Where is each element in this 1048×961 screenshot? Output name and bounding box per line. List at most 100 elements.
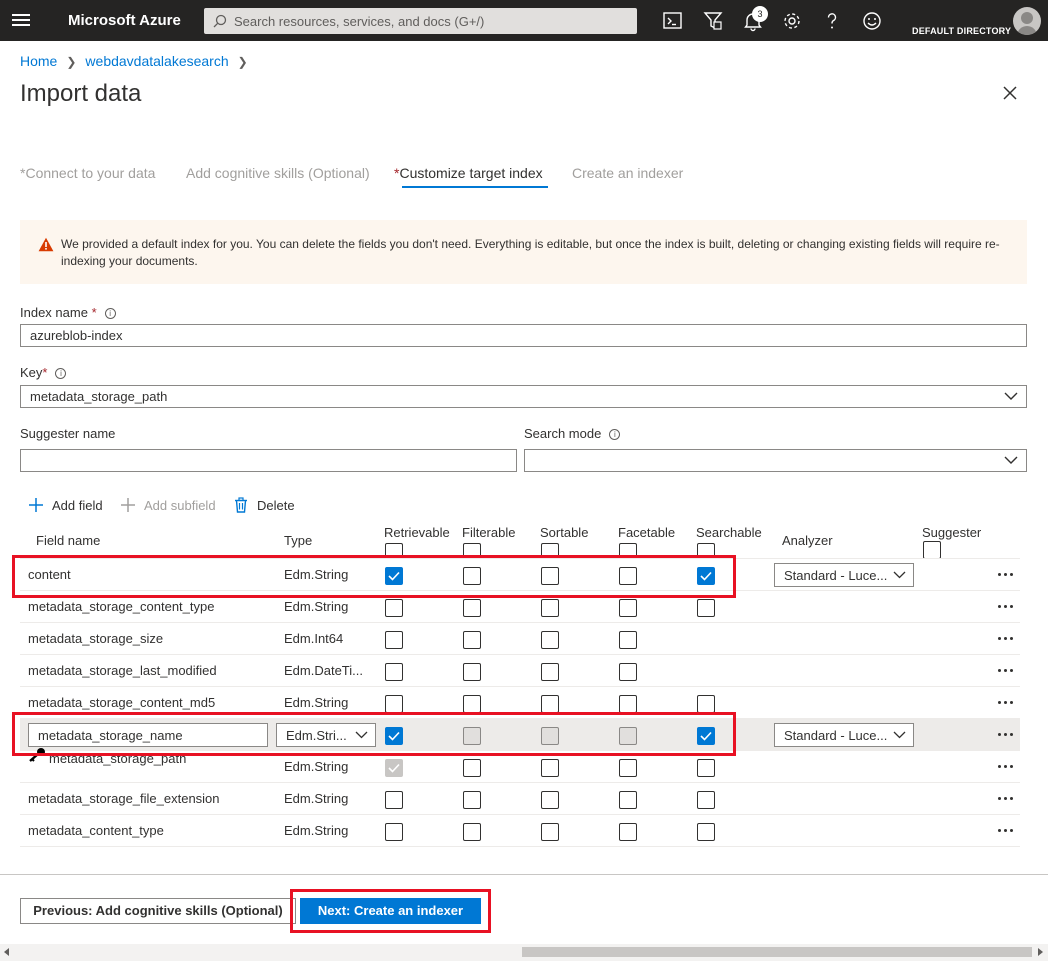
- searchable-checkbox[interactable]: [697, 791, 715, 809]
- filterable-checkbox[interactable]: [463, 759, 481, 777]
- more-options-icon[interactable]: [996, 698, 1016, 708]
- directory-filter-icon[interactable]: [702, 10, 724, 32]
- table-row[interactable]: [20, 623, 1020, 655]
- close-icon[interactable]: [1001, 84, 1019, 102]
- global-search-input[interactable]: Search resources, services, and docs (G+…: [204, 8, 637, 34]
- info-icon[interactable]: i: [55, 368, 67, 379]
- column-header-filterable: Filterable: [462, 525, 516, 540]
- searchable-checkbox[interactable]: [697, 823, 715, 841]
- info-icon[interactable]: i: [104, 308, 116, 319]
- retrievable-checkbox[interactable]: [385, 791, 403, 809]
- field-name-input[interactable]: metadata_storage_name: [28, 723, 268, 747]
- facetable-checkbox[interactable]: [619, 823, 637, 841]
- index-name-input[interactable]: azureblob-index: [20, 324, 1027, 347]
- more-options-icon[interactable]: [996, 794, 1016, 804]
- searchable-checkbox[interactable]: [697, 567, 715, 585]
- sortable-checkbox[interactable]: [541, 695, 559, 713]
- more-options-icon[interactable]: [996, 826, 1016, 836]
- sortable-checkbox[interactable]: [541, 663, 559, 681]
- cloud-shell-icon[interactable]: [662, 10, 684, 32]
- tab-customize-index[interactable]: *Customize target index: [394, 165, 543, 181]
- suggester-name-input[interactable]: [20, 449, 517, 472]
- key-dropdown[interactable]: metadata_storage_path: [20, 385, 1027, 408]
- facetable-checkbox[interactable]: [619, 631, 637, 649]
- searchable-checkbox[interactable]: [697, 599, 715, 617]
- analyzer-dropdown[interactable]: Standard - Luce...: [774, 723, 914, 747]
- gear-icon[interactable]: [781, 10, 803, 32]
- searchable-checkbox[interactable]: [697, 759, 715, 777]
- hamburger-icon[interactable]: [10, 11, 32, 31]
- sortable-checkbox[interactable]: [541, 567, 559, 585]
- sortable-checkbox[interactable]: [541, 791, 559, 809]
- filterable-checkbox[interactable]: [463, 727, 481, 745]
- breadcrumb-home-link[interactable]: Home: [20, 53, 57, 69]
- more-options-icon[interactable]: [996, 762, 1016, 772]
- breadcrumb-resource-link[interactable]: webdavdatalakesearch: [85, 53, 228, 69]
- retrievable-checkbox[interactable]: [385, 663, 403, 681]
- retrievable-checkbox[interactable]: [385, 727, 403, 745]
- facetable-checkbox[interactable]: [619, 727, 637, 745]
- more-options-icon[interactable]: [996, 570, 1016, 580]
- retrievable-checkbox[interactable]: [385, 695, 403, 713]
- scroll-right-icon[interactable]: [1038, 948, 1043, 956]
- sortable-checkbox[interactable]: [541, 727, 559, 745]
- avatar[interactable]: [1013, 7, 1041, 35]
- searchable-checkbox[interactable]: [697, 727, 715, 745]
- directory-label[interactable]: DEFAULT DIRECTORY: [912, 26, 1011, 36]
- tab-create-indexer[interactable]: Create an indexer: [572, 165, 683, 181]
- brand-title[interactable]: Microsoft Azure: [68, 12, 181, 29]
- filterable-checkbox[interactable]: [463, 823, 481, 841]
- searchable-select-all-checkbox[interactable]: [697, 543, 715, 557]
- next-create-indexer-button[interactable]: Next: Create an indexer: [300, 898, 481, 924]
- facetable-checkbox[interactable]: [619, 663, 637, 681]
- more-options-icon[interactable]: [996, 666, 1016, 676]
- column-header-field-name: Field name: [36, 533, 101, 548]
- tab-connect-data[interactable]: *Connect to your data: [20, 165, 155, 181]
- facetable-checkbox[interactable]: [619, 791, 637, 809]
- sortable-checkbox[interactable]: [541, 759, 559, 777]
- filterable-checkbox[interactable]: [463, 631, 481, 649]
- scroll-left-icon[interactable]: [4, 948, 9, 956]
- retrievable-select-all-checkbox[interactable]: [385, 543, 403, 557]
- field-type: Edm.String: [284, 791, 349, 806]
- facetable-checkbox[interactable]: [619, 695, 637, 713]
- sortable-checkbox[interactable]: [541, 823, 559, 841]
- sortable-checkbox[interactable]: [541, 631, 559, 649]
- field-type-dropdown[interactable]: Edm.Stri...: [276, 723, 376, 747]
- filterable-select-all-checkbox[interactable]: [463, 543, 481, 557]
- more-options-icon[interactable]: [996, 602, 1016, 612]
- filterable-checkbox[interactable]: [463, 567, 481, 585]
- retrievable-checkbox[interactable]: [385, 631, 403, 649]
- filterable-checkbox[interactable]: [463, 791, 481, 809]
- filterable-checkbox[interactable]: [463, 663, 481, 681]
- scrollbar-thumb[interactable]: [522, 947, 1032, 957]
- help-icon[interactable]: [821, 10, 843, 32]
- searchable-checkbox[interactable]: [697, 695, 715, 713]
- tab-cognitive-skills[interactable]: Add cognitive skills (Optional): [186, 165, 370, 181]
- sortable-select-all-checkbox[interactable]: [541, 543, 559, 557]
- horizontal-scrollbar[interactable]: [0, 944, 1048, 961]
- search-mode-dropdown[interactable]: [524, 449, 1027, 472]
- retrievable-checkbox[interactable]: [385, 599, 403, 617]
- retrievable-checkbox[interactable]: [385, 567, 403, 585]
- field-name: metadata_content_type: [28, 823, 164, 838]
- table-row[interactable]: [20, 815, 1020, 847]
- more-options-icon[interactable]: [996, 730, 1016, 740]
- facetable-checkbox[interactable]: [619, 599, 637, 617]
- filterable-checkbox[interactable]: [463, 599, 481, 617]
- facetable-select-all-checkbox[interactable]: [619, 543, 637, 557]
- suggester-select-all-checkbox[interactable]: [923, 541, 941, 559]
- feedback-icon[interactable]: [861, 10, 883, 32]
- sortable-checkbox[interactable]: [541, 599, 559, 617]
- analyzer-dropdown[interactable]: Standard - Luce...: [774, 563, 914, 587]
- filterable-checkbox[interactable]: [463, 695, 481, 713]
- more-options-icon[interactable]: [996, 634, 1016, 644]
- analyzer-value: Standard - Luce...: [784, 728, 888, 743]
- warning-icon: [38, 237, 54, 252]
- retrievable-checkbox[interactable]: [385, 823, 403, 841]
- facetable-checkbox[interactable]: [619, 759, 637, 777]
- info-icon[interactable]: i: [609, 429, 621, 440]
- previous-button[interactable]: Previous: Add cognitive skills (Optional…: [20, 898, 296, 924]
- retrievable-checkbox[interactable]: [385, 759, 403, 777]
- facetable-checkbox[interactable]: [619, 567, 637, 585]
